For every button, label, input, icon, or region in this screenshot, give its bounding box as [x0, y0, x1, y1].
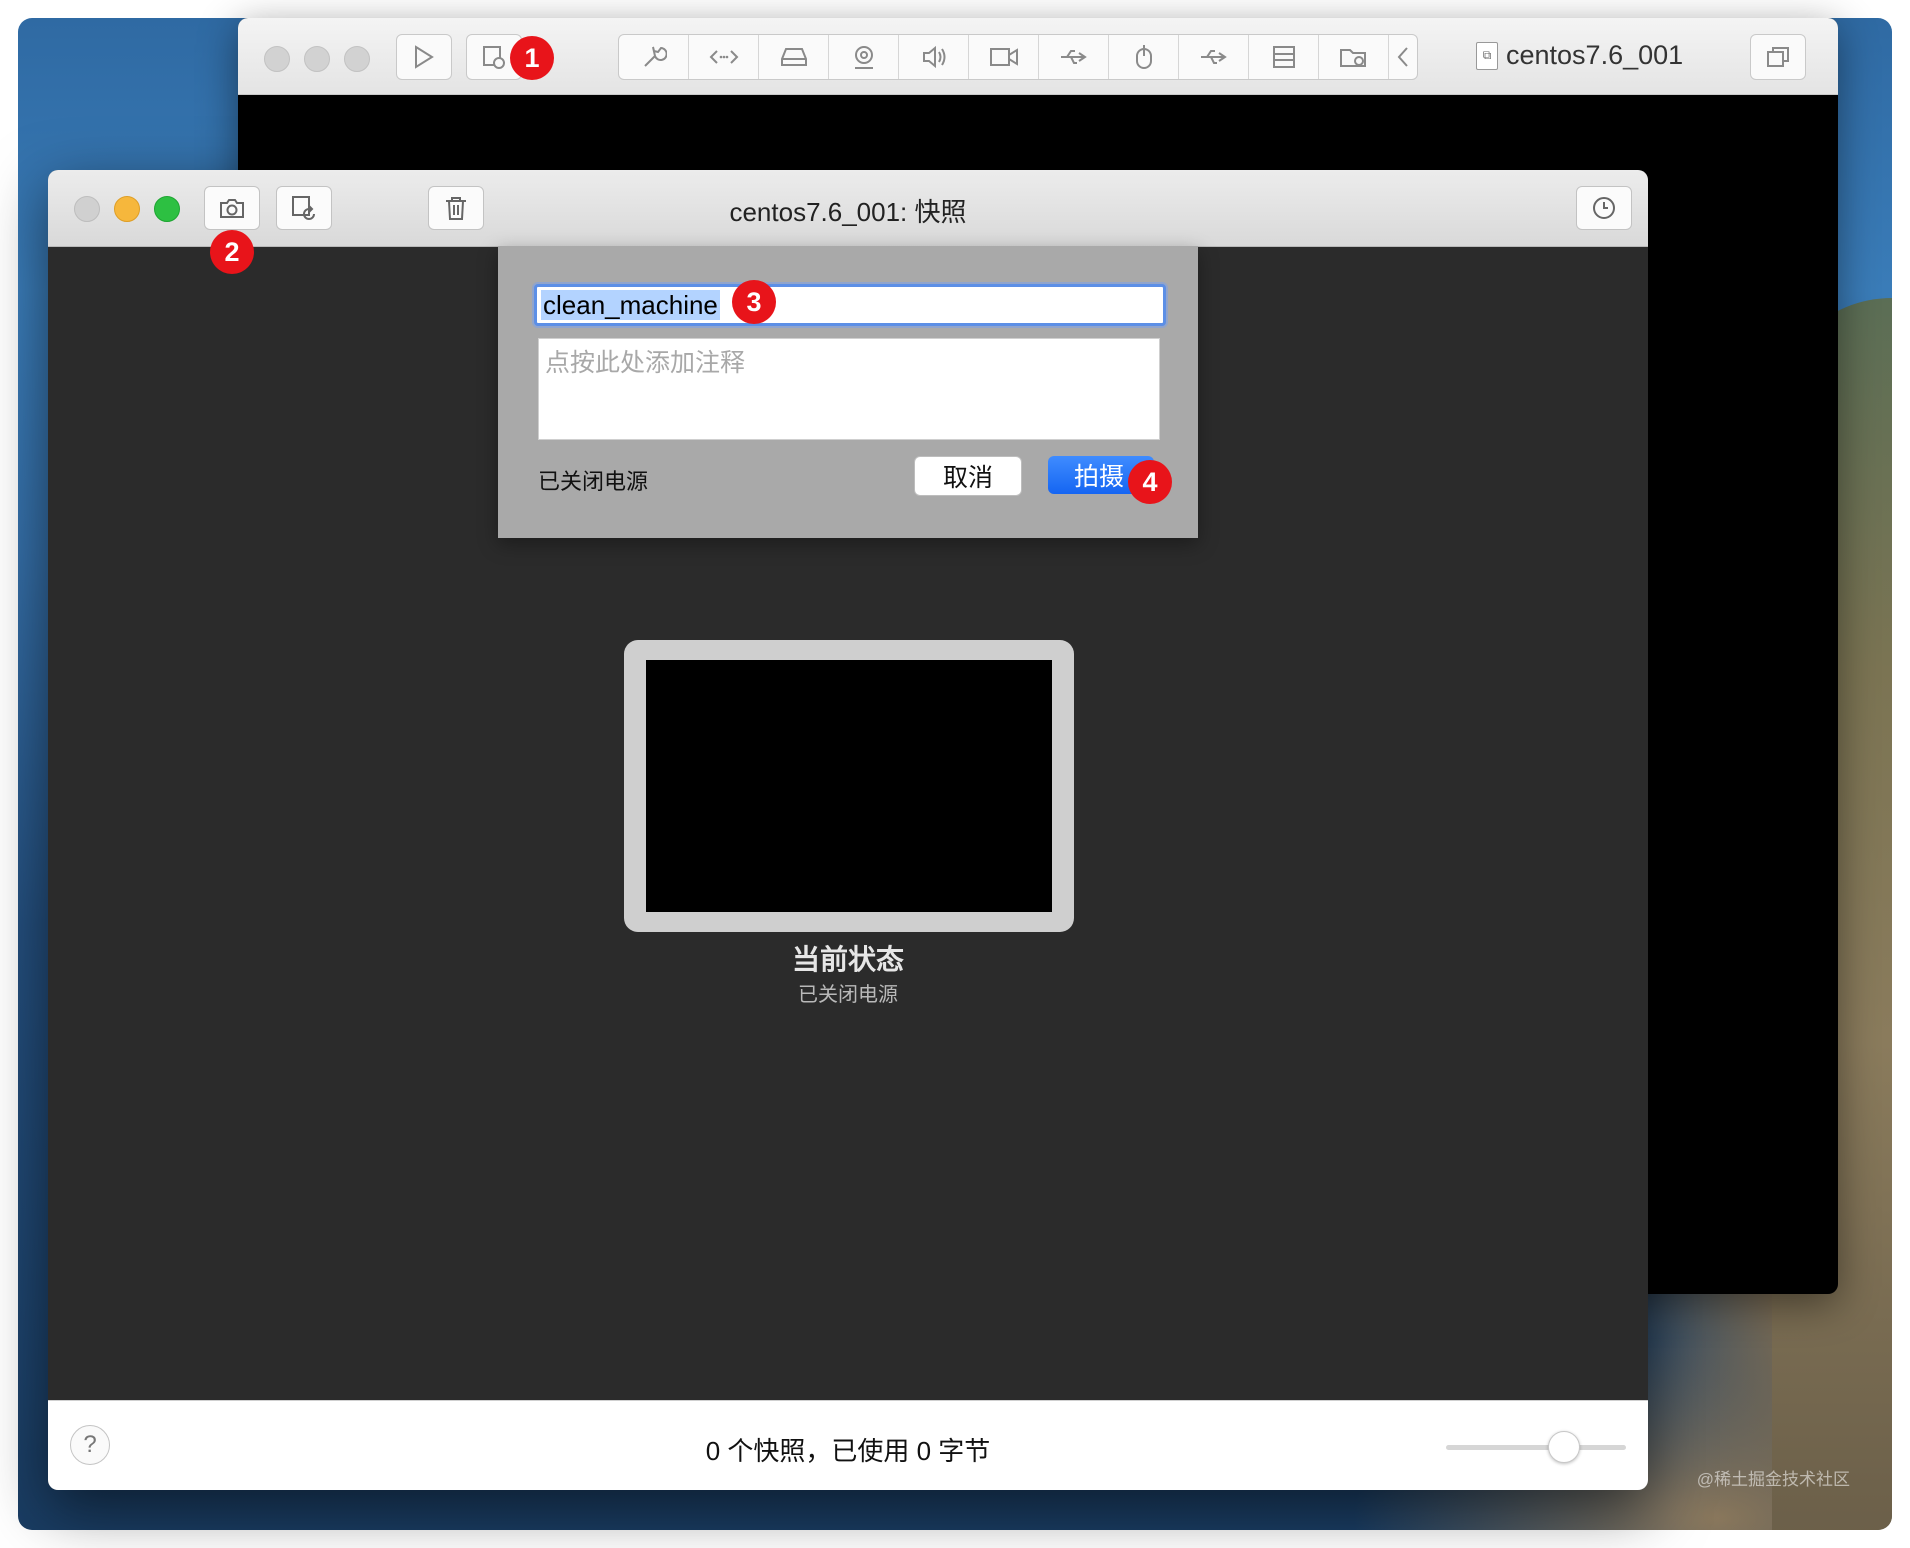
- usb-icon: [1200, 50, 1227, 64]
- drive-icon: [1272, 46, 1295, 68]
- current-state-subtitle: 已关闭电源: [798, 984, 898, 1006]
- cancel-button[interactable]: 取消: [914, 456, 1022, 496]
- zoom-button[interactable]: [344, 46, 370, 72]
- shared-folder-icon: [1339, 49, 1366, 67]
- auto-protect-button[interactable]: [1576, 186, 1632, 230]
- settings-button[interactable]: [619, 35, 689, 79]
- camera-video-icon: [989, 48, 1018, 66]
- mouse-icon: [1135, 45, 1152, 69]
- developer-button[interactable]: [689, 35, 759, 79]
- hard-disk-icon: [780, 48, 807, 66]
- document-icon: ⧉: [1476, 41, 1498, 70]
- camera-icon: [220, 199, 244, 218]
- current-state-title: 当前状态: [791, 944, 904, 975]
- step-marker-3: 3: [732, 280, 776, 324]
- vm-toolbar: ⧉ centos7.6_001: [238, 18, 1838, 95]
- trash-icon: [446, 197, 466, 220]
- drive-button[interactable]: [1249, 35, 1319, 79]
- step-marker-4: 4: [1128, 460, 1172, 504]
- usb-icon: [1060, 50, 1087, 64]
- window-mode-button[interactable]: [1750, 34, 1806, 80]
- snapshot-manager-icon: [483, 46, 505, 69]
- hard-disk-button[interactable]: [759, 35, 829, 79]
- zoom-slider-track[interactable]: [1446, 1445, 1626, 1450]
- vm-window-controls: [264, 46, 370, 72]
- snapshot-titlebar: centos7.6_001: 快照: [48, 170, 1648, 247]
- snapshot-window-controls: [74, 196, 180, 222]
- usb-button-2[interactable]: [1179, 35, 1249, 79]
- chevron-left-icon: [1397, 47, 1408, 67]
- clock-icon: [1593, 197, 1615, 219]
- watermark: @稀土掘金技术社区: [1696, 1470, 1850, 1489]
- mouse-button[interactable]: [1109, 35, 1179, 79]
- delete-snapshot-button[interactable]: [428, 186, 484, 230]
- vm-device-toolbar: [618, 34, 1418, 80]
- close-button[interactable]: [264, 46, 290, 72]
- speaker-icon: [922, 45, 945, 69]
- video-button[interactable]: [969, 35, 1039, 79]
- camera-button[interactable]: [829, 35, 899, 79]
- play-icon: [415, 45, 434, 69]
- snapshot-note-placeholder: 点按此处添加注释: [545, 349, 746, 377]
- play-button[interactable]: [396, 34, 452, 80]
- thumbnail-screen: [646, 660, 1052, 912]
- webcam-icon: [854, 46, 873, 69]
- current-state-thumbnail[interactable]: [624, 640, 1074, 932]
- minimize-button[interactable]: [304, 46, 330, 72]
- snapshot-name-input[interactable]: clean_machine: [534, 284, 1166, 326]
- take-snapshot-button[interactable]: [204, 186, 260, 230]
- power-state-label: 已关闭电源: [538, 469, 649, 494]
- status-bar: ? 0 个快照，已使用 0 字节: [48, 1400, 1648, 1490]
- vm-window-title: ⧉ centos7.6_001: [1476, 40, 1683, 71]
- code-icon: [709, 50, 738, 64]
- usb-button-1[interactable]: [1039, 35, 1109, 79]
- snapshot-summary: 0 个快照，已使用 0 字节: [705, 1436, 991, 1466]
- restore-icon: [292, 196, 315, 220]
- step-marker-1: 1: [510, 36, 554, 80]
- toolbar-collapse-button[interactable]: [1389, 35, 1417, 79]
- snapshot-note-input[interactable]: 点按此处添加注释: [538, 338, 1160, 440]
- restore-snapshot-button[interactable]: [276, 186, 332, 230]
- zoom-slider-thumb[interactable]: [1548, 1431, 1580, 1463]
- close-button[interactable]: [74, 196, 100, 222]
- snapshot-name-value: clean_machine: [541, 290, 720, 320]
- new-snapshot-dialog: clean_machine 点按此处添加注释 已关闭电源 取消 拍摄: [498, 246, 1198, 538]
- window-icon: [1767, 47, 1789, 67]
- snapshot-window: centos7.6_001: 快照 clean_machine 点按此处添加注释…: [48, 170, 1648, 1490]
- wrench-icon: [643, 46, 667, 67]
- zoom-button[interactable]: [154, 196, 180, 222]
- minimize-button[interactable]: [114, 196, 140, 222]
- shared-folder-button[interactable]: [1319, 35, 1389, 79]
- sound-button[interactable]: [899, 35, 969, 79]
- step-marker-2: 2: [210, 230, 254, 274]
- vm-title-text: centos7.6_001: [1506, 40, 1684, 70]
